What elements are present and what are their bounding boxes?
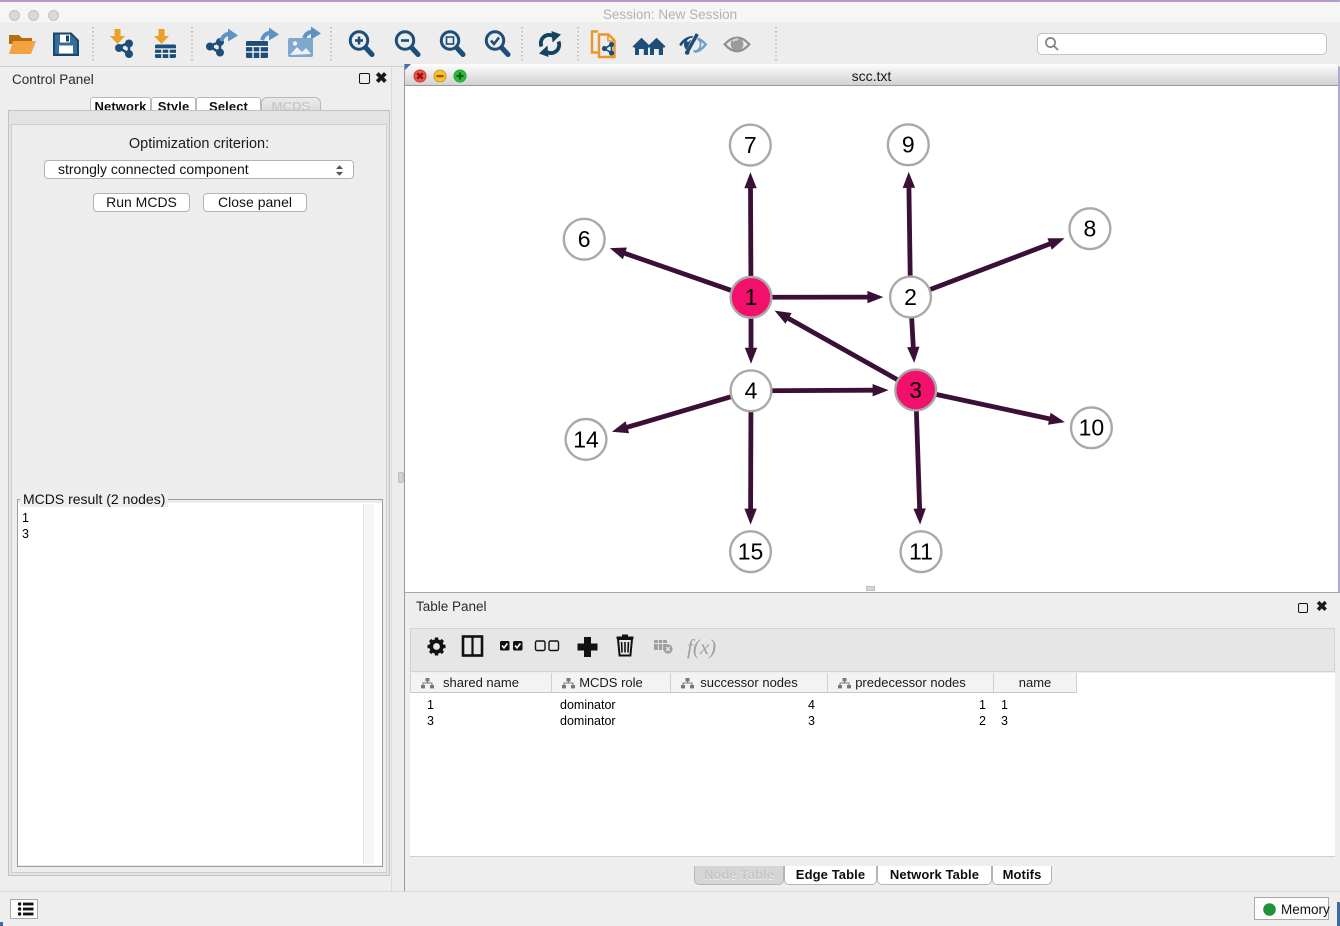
- svg-text:11: 11: [909, 539, 933, 565]
- svg-text:f(x): f(x): [687, 635, 716, 659]
- svg-text:8: 8: [1084, 216, 1097, 242]
- svg-text:15: 15: [738, 539, 764, 565]
- svg-text:4: 4: [745, 378, 758, 404]
- svg-text:7: 7: [744, 132, 757, 158]
- svg-text:14: 14: [573, 426, 599, 452]
- svg-text:6: 6: [578, 226, 591, 252]
- svg-text:3: 3: [909, 377, 922, 403]
- svg-text:9: 9: [902, 132, 915, 158]
- svg-text:10: 10: [1079, 415, 1105, 441]
- svg-text:1: 1: [745, 284, 758, 310]
- svg-text:2: 2: [904, 284, 917, 310]
